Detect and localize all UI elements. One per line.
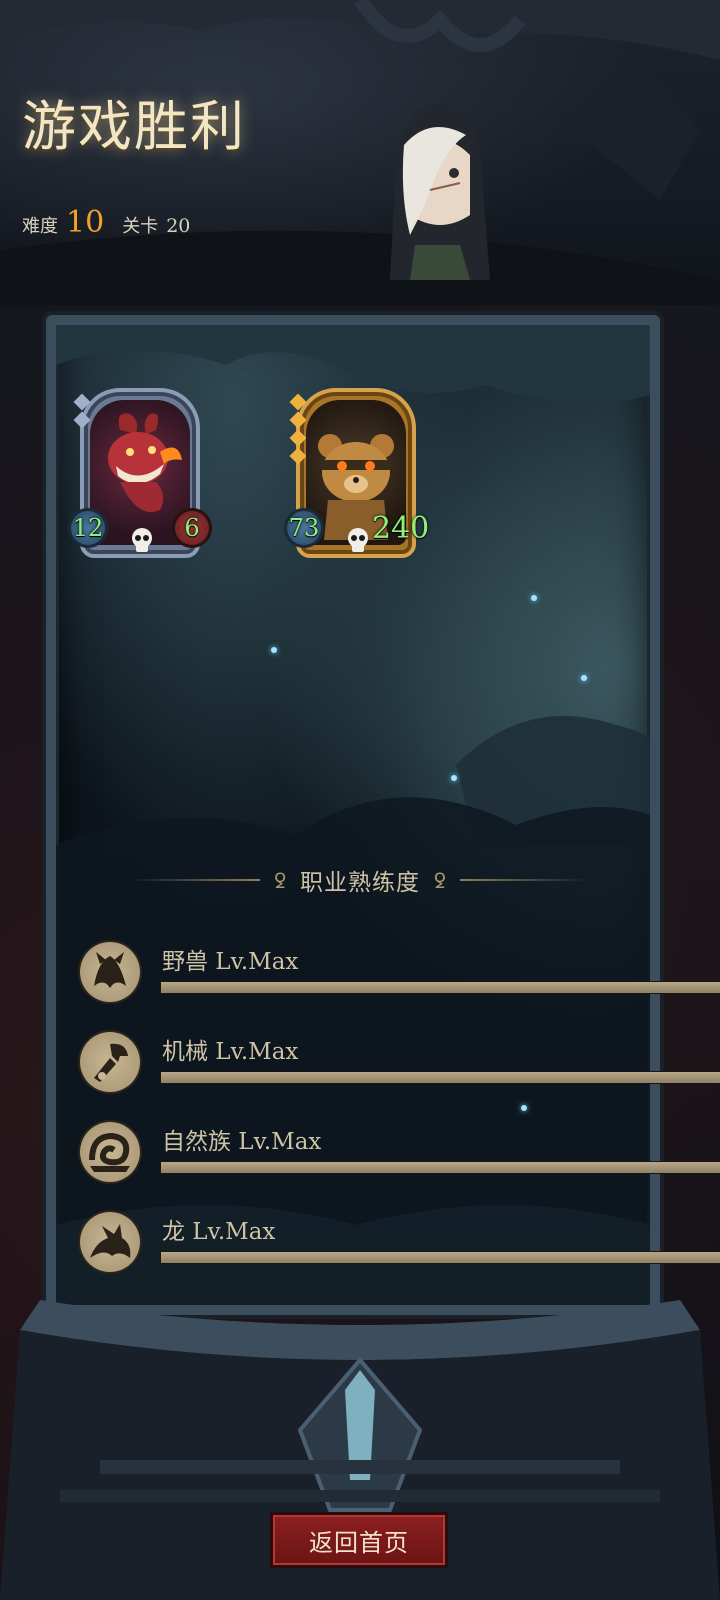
return-home-button[interactable]: 返回首页 [270,1512,448,1568]
star-decoration [451,775,457,781]
proficiency-bar-fill [161,1252,720,1263]
proficiency-label: 龙 Lv.Max [162,1219,276,1245]
attack-stat: 73 [284,508,324,548]
attack-stat: 12 [68,508,108,548]
proficiency-bar-fill [161,1162,720,1173]
proficiency-label: 自然族 Lv.Max [162,1129,322,1155]
star-decoration [271,647,277,653]
star-decoration [581,675,587,681]
proficiency-bar [160,981,720,994]
proficiency-bar [160,1161,720,1174]
proficiency-title: 职业熟练度 [300,870,420,896]
proficiency-label: 野兽 Lv.Max [162,949,299,975]
health-stat: 6 [172,508,212,548]
proficiency-row-beast: 野兽 Lv.Max [80,942,720,1012]
skull-icon [348,528,368,552]
health-stat: 240 [372,510,430,546]
nature-icon [80,1122,140,1182]
divider-line [459,879,590,881]
dragon-card[interactable]: 12 6 [68,388,212,568]
proficiency-bar [160,1071,720,1084]
proficiency-row-mech: 机械 Lv.Max [80,1032,720,1102]
hero-portrait [390,103,490,280]
beast-icon [80,942,140,1002]
difficulty-label: 难度 [22,216,58,237]
difficulty-value: 10 [66,205,105,240]
victory-screen: 游戏胜利 难度 10 关卡 20 12 6 73 240 ꝿ 职业熟练度 ꝿ 野… [0,0,720,1600]
stage-value: 20 [166,215,191,237]
mech-icon [80,1032,140,1092]
stage-label: 关卡 [122,216,159,237]
victory-title: 游戏胜利 [22,95,246,158]
proficiency-bar-fill [161,1072,720,1083]
proficiency-label: 机械 Lv.Max [162,1039,299,1065]
proficiency-header: ꝿ 职业熟练度 ꝿ [130,862,590,898]
star-decoration [531,595,537,601]
dragon-icon [80,1212,140,1272]
proficiency-bar [160,1251,720,1264]
bear-card[interactable]: 73 240 [284,388,429,568]
run-stats: 难度 10 关卡 20 [22,205,190,240]
proficiency-row-nature: 自然族 Lv.Max [80,1122,720,1192]
proficiency-row-dragon: 龙 Lv.Max [80,1212,720,1282]
proficiency-bar-fill [161,982,720,993]
swirl-ornament-icon: ꝿ [434,868,446,893]
header: 游戏胜利 难度 10 关卡 20 [0,0,720,305]
divider-line [130,879,261,881]
star-decoration [521,1105,527,1111]
swirl-ornament-icon: ꝿ [274,868,286,893]
skull-icon [132,528,152,552]
